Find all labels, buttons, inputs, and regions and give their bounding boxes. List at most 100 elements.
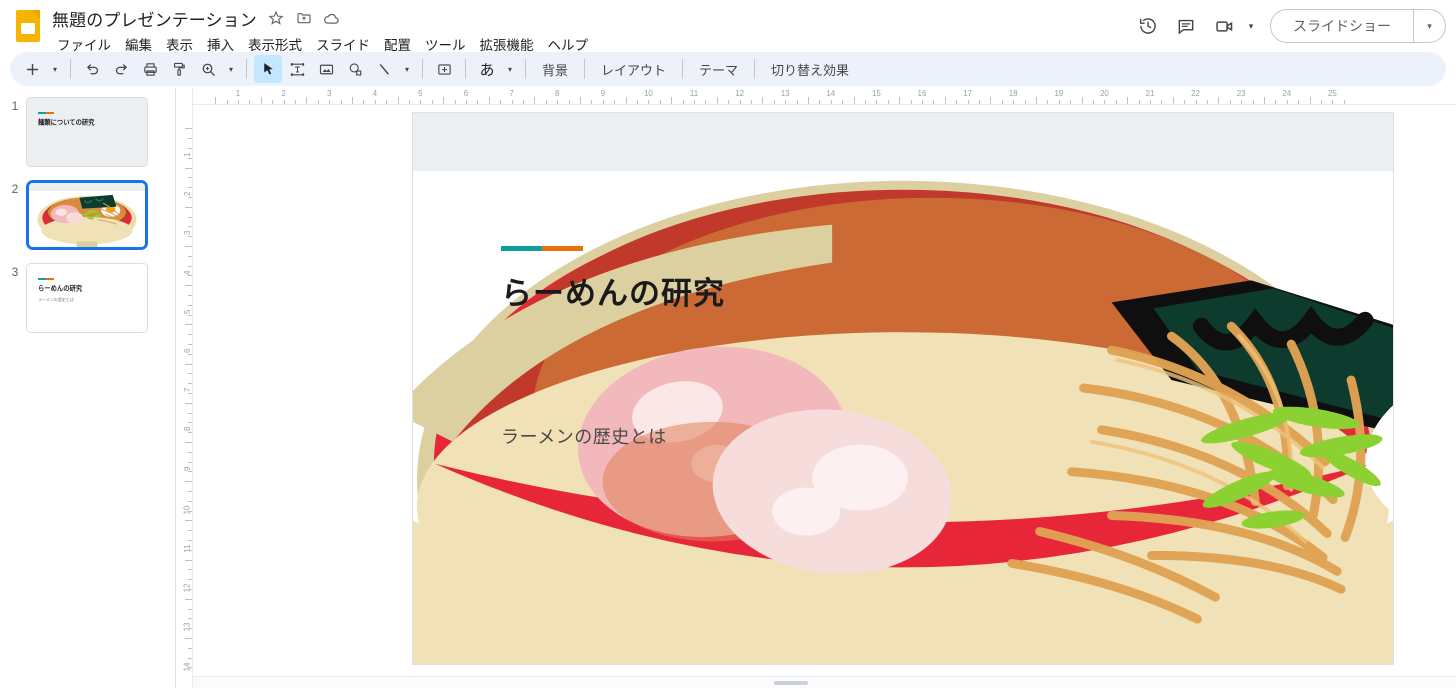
ruler-tick [739, 100, 741, 104]
theme-button[interactable]: テーマ [690, 56, 747, 83]
ruler-tick [819, 100, 821, 104]
ruler-tick [188, 432, 192, 434]
star-icon[interactable] [265, 7, 287, 29]
horizontal-scrollbar[interactable] [193, 676, 1456, 688]
ruler-tick [188, 471, 192, 473]
present-button[interactable]: スライドショー [1271, 10, 1413, 42]
slide-subtitle[interactable]: ラーメンの歴史とは [501, 423, 667, 449]
ruler-tick [185, 206, 192, 208]
undo-button[interactable] [78, 55, 106, 83]
ruler-tick [188, 491, 192, 492]
accent-bar [38, 278, 54, 280]
ruler-tick-label: 5 [182, 309, 192, 314]
redo-button[interactable] [107, 55, 135, 83]
google-slides-logo[interactable] [14, 8, 42, 44]
transition-button[interactable]: 切り替え効果 [762, 56, 858, 83]
menu-edit[interactable]: 編集 [118, 32, 159, 56]
ruler-tick [185, 324, 192, 326]
meet-caret-icon[interactable]: ▾ [1244, 8, 1258, 44]
layout-button[interactable]: レイアウト [592, 56, 675, 83]
slide-title[interactable]: らーめんの研究 [501, 268, 725, 313]
slide-thumbnail[interactable] [26, 180, 148, 250]
version-history-icon[interactable] [1130, 8, 1166, 44]
ruler-tick [1161, 100, 1163, 104]
horizontal-ruler[interactable]: 1 2 3 4 5 6 7 8 9 10 11 12 13 14 15 16 17 18 19 20 21 22 23 24 2… [193, 88, 1456, 105]
shape-tool[interactable] [341, 55, 369, 83]
ruler-tick [188, 540, 192, 541]
ruler-tick [188, 589, 192, 590]
paint-format-button[interactable] [165, 55, 193, 83]
ruler-tick [188, 138, 192, 140]
filmstrip-slide-2[interactable]: 2 [0, 180, 175, 250]
move-to-folder-icon[interactable] [293, 7, 315, 29]
menu-slide[interactable]: スライド [309, 32, 377, 56]
ruler-tick [188, 500, 192, 502]
menu-extensions[interactable]: 拡張機能 [473, 32, 541, 56]
ruler-tick-label: 13 [780, 89, 790, 98]
line-tool[interactable] [370, 55, 398, 83]
present-options-caret-icon[interactable]: ▾ [1413, 10, 1445, 42]
zoom-caret-icon[interactable]: ▾ [223, 55, 239, 83]
ruler-tick [1229, 100, 1231, 104]
menu-arrange[interactable]: 配置 [377, 32, 418, 56]
ruler-tick [591, 100, 593, 104]
ruler-tick-label: 8 [182, 426, 192, 432]
ruler-tick [1241, 100, 1243, 104]
scrollbar-thumb[interactable] [773, 681, 808, 685]
menu-insert[interactable]: 挿入 [200, 32, 241, 56]
current-slide[interactable]: らーめんの研究 ラーメンの歴史とは [412, 112, 1394, 665]
ruler-tick [967, 100, 969, 104]
ruler-tick [188, 569, 192, 571]
insert-image-tool[interactable] [312, 55, 340, 83]
ruler-tick [659, 100, 661, 104]
meet-camera-icon[interactable] [1206, 8, 1242, 44]
filmstrip-slide-1[interactable]: 1 麺類についての研究 [0, 97, 175, 167]
background-button[interactable]: 背景 [533, 56, 577, 83]
slide-thumbnail[interactable]: らーめんの研究 ラーメンの歴史とは [26, 263, 148, 333]
ruler-tick-label: 1 [235, 89, 241, 98]
ramen-bowl-illustration[interactable] [413, 113, 1393, 664]
ruler-tick-label: 4 [372, 89, 378, 98]
menu-file[interactable]: ファイル [50, 32, 118, 56]
cloud-saved-icon[interactable] [321, 7, 343, 29]
slide-canvas-area[interactable]: 1 2 3 4 5 6 7 8 9 10 11 12 13 14 15 16 17 18 19 20 21 22 23 24 2… [193, 88, 1456, 688]
menu-help[interactable]: ヘルプ [541, 32, 596, 56]
ruler-tick-label: 16 [917, 89, 927, 98]
print-button[interactable] [136, 55, 164, 83]
menu-format[interactable]: 表示形式 [241, 32, 309, 56]
ruler-tick [238, 100, 239, 104]
ruler-tick [188, 314, 192, 316]
ruler-tick-label: 3 [326, 89, 332, 98]
ruler-tick-label: 20 [1099, 89, 1109, 98]
slide-thumbnail[interactable]: 麺類についての研究 [26, 97, 148, 167]
filmstrip-slide-3[interactable]: 3 らーめんの研究 ラーメンの歴史とは [0, 263, 175, 333]
comment-icon[interactable] [1168, 8, 1204, 44]
menu-view[interactable]: 表示 [159, 32, 200, 56]
ruler-tick-label: 2 [281, 89, 286, 98]
select-tool[interactable] [254, 55, 282, 83]
ruler-tick [1343, 100, 1345, 104]
text-box-tool[interactable] [283, 55, 311, 83]
slide-filmstrip[interactable]: 1 麺類についての研究 2 3 らーめんの研究 ラーメンの歴史とは [0, 88, 176, 688]
vertical-ruler[interactable]: 1 2 3 4 5 6 7 8 9 10 11 12 13 14 [176, 88, 193, 688]
new-slide-caret-icon[interactable]: ▾ [47, 55, 63, 83]
ruler-tick [188, 177, 192, 179]
ruler-tick [1298, 100, 1300, 104]
menu-tools[interactable]: ツール [418, 32, 473, 56]
ruler-tick [910, 100, 912, 104]
ruler-tick [260, 97, 262, 104]
ruler-tick [705, 100, 707, 104]
zoom-button[interactable] [194, 55, 222, 83]
ruler-tick [773, 100, 775, 104]
new-slide-button[interactable] [18, 55, 46, 83]
ruler-tick-label: 11 [689, 89, 699, 98]
line-caret-icon[interactable]: ▾ [399, 55, 415, 83]
ruler-tick [295, 100, 296, 104]
thumb-title: らーめんの研究 [38, 285, 83, 293]
document-title[interactable]: 無題のプレゼンテーション [50, 6, 259, 31]
ruler-tick [500, 100, 502, 104]
input-tools-caret-icon[interactable]: ▾ [502, 55, 518, 83]
add-comment-tool[interactable] [430, 55, 458, 83]
japanese-ime-icon[interactable]: あ [473, 55, 501, 83]
ruler-tick [933, 100, 935, 104]
